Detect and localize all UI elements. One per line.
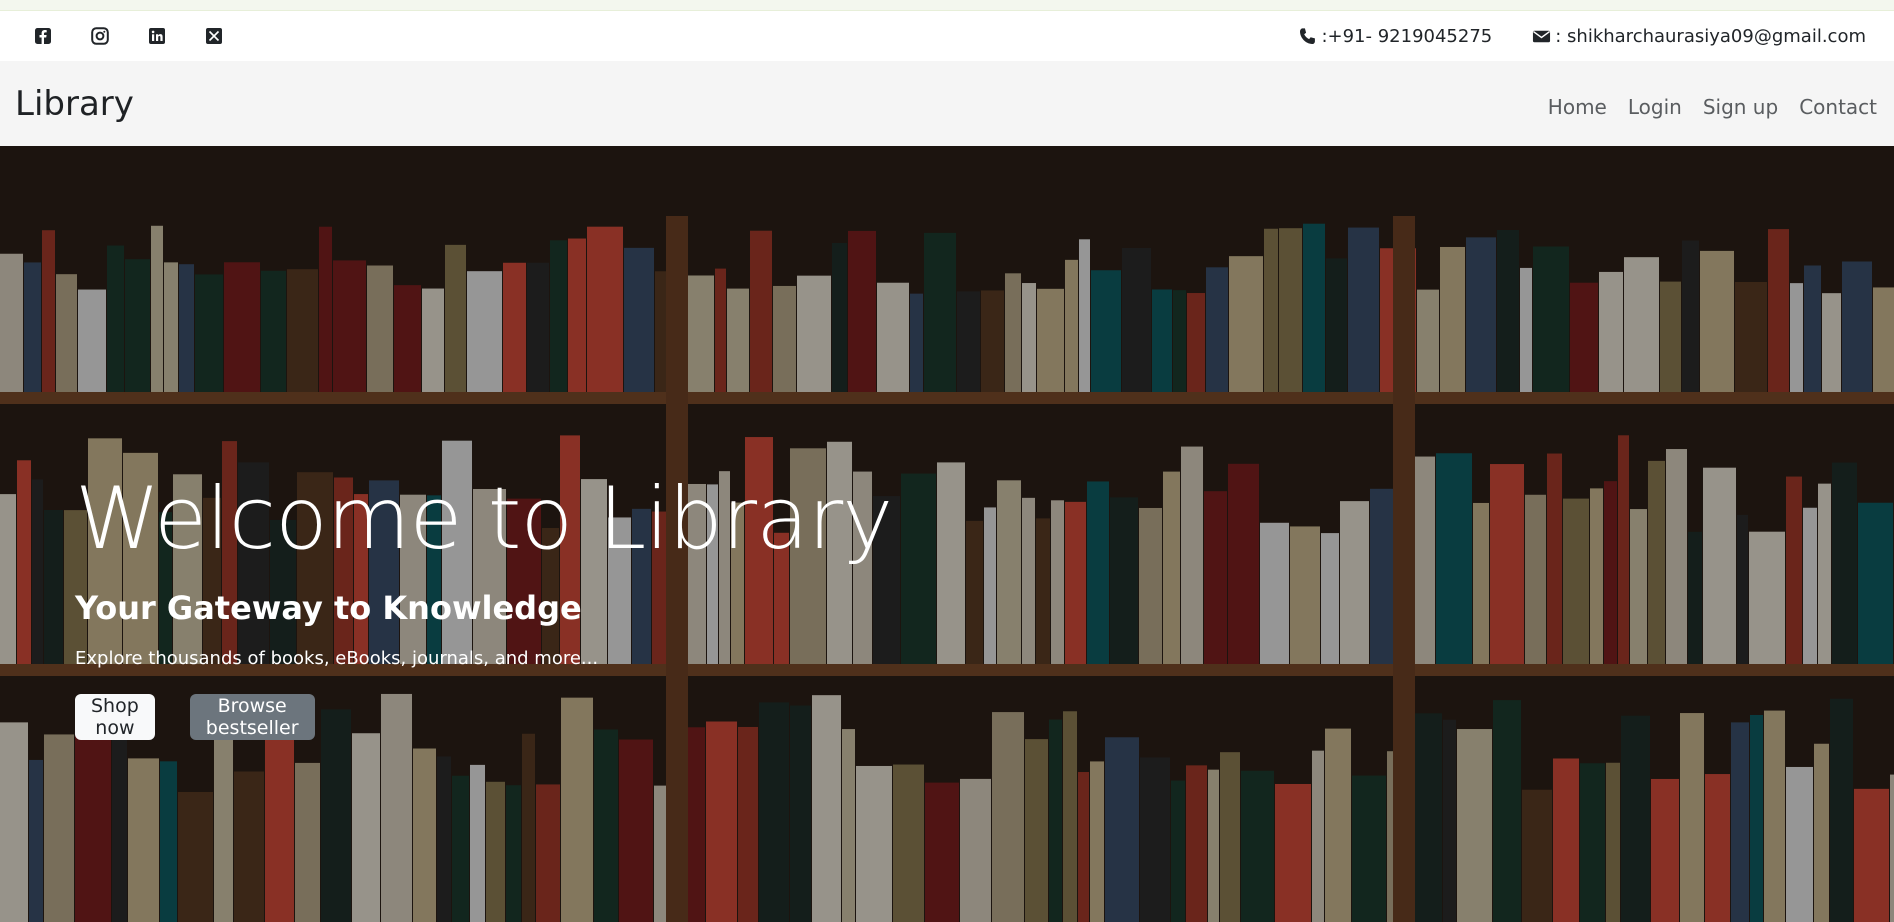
shop-now-button[interactable]: Shop now [75,694,155,740]
hero-title: Welcome to Library [75,469,893,569]
email-contact: : shikharchaurasiya09@gmail.com [1532,26,1866,47]
email-address[interactable]: : shikharchaurasiya09@gmail.com [1555,26,1866,47]
phone-contact: :+91- 9219045275 [1298,26,1492,47]
top-accent-strip [0,0,1894,11]
nav-links: Home Login Sign up Contact [1548,95,1877,119]
nav-link-signup[interactable]: Sign up [1703,95,1778,119]
contact-info: :+91- 9219045275 : shikharchaurasiya09@g… [1298,26,1866,47]
nav-link-home[interactable]: Home [1548,95,1607,119]
hero-banner: Welcome to Library Your Gateway to Knowl… [0,146,1894,922]
nav-link-login[interactable]: Login [1628,95,1682,119]
linkedin-icon[interactable] [148,27,166,45]
main-navbar: Library Home Login Sign up Contact [0,61,1894,146]
instagram-icon[interactable] [91,27,109,45]
hero-subtitle: Your Gateway to Knowledge [75,589,582,627]
phone-number[interactable]: :+91- 9219045275 [1321,26,1492,47]
hero-description: Explore thousands of books, eBooks, jour… [75,648,599,669]
x-twitter-icon[interactable] [205,27,223,45]
facebook-icon[interactable] [34,27,52,45]
envelope-icon [1532,27,1551,46]
nav-link-contact[interactable]: Contact [1799,95,1877,119]
browse-bestseller-button[interactable]: Browse bestseller [189,694,315,740]
hero-buttons: Shop now Browse bestseller [75,694,315,740]
brand-logo[interactable]: Library [15,84,134,124]
top-contact-bar: :+91- 9219045275 : shikharchaurasiya09@g… [0,11,1894,61]
social-links [34,27,223,45]
phone-icon [1298,27,1317,46]
